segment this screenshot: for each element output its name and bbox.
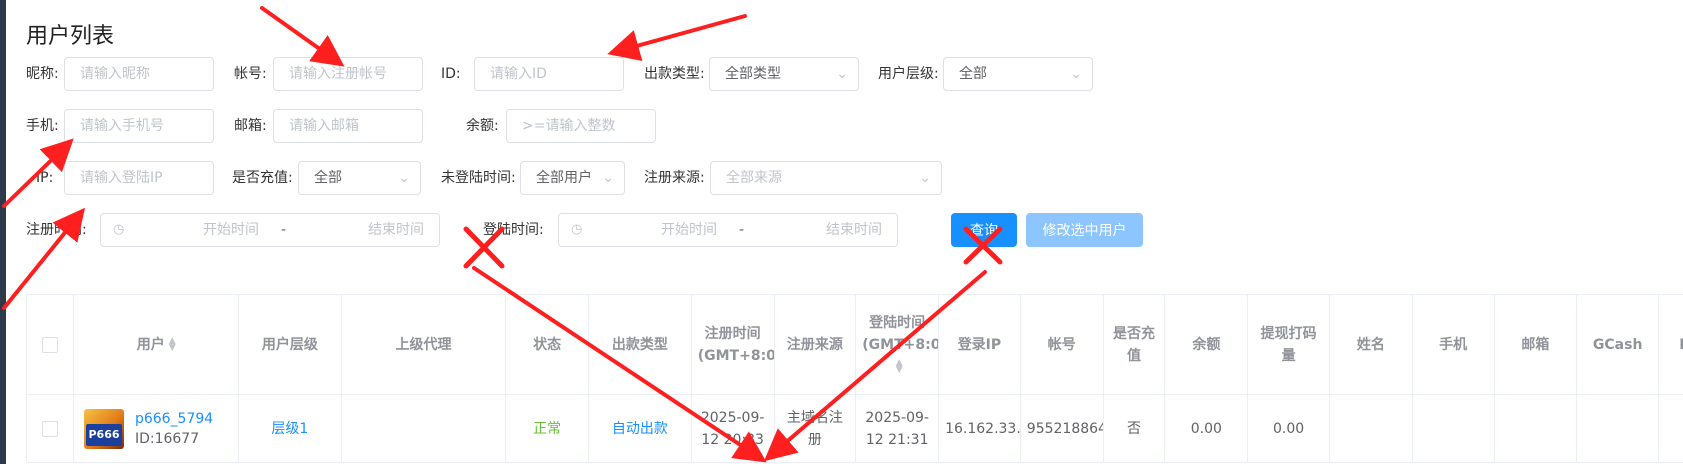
account-cell: 9552188646 — [1019, 394, 1104, 463]
reg-time-label: 注册时间: — [26, 222, 87, 238]
header-balance: 余额 — [1164, 294, 1249, 395]
reg-source-placeholder: 全部来源 — [726, 170, 782, 186]
header-email: 邮箱 — [1493, 294, 1578, 395]
phone-input[interactable] — [64, 109, 214, 143]
header-reg-time: 注册时间(GMT+8:00) — [690, 294, 775, 395]
modify-selected-button[interactable]: 修改选中用户 — [1026, 213, 1143, 247]
user-cell: P666 p666_5794 ID:16677 — [73, 394, 240, 463]
table-row: P666 p666_5794 ID:16677 层级1 正常 自动出款 2025… — [26, 394, 1683, 463]
status-cell: 正常 — [505, 394, 590, 463]
row-select-cell[interactable] — [26, 394, 75, 463]
id-label: ID: — [441, 66, 461, 82]
account-label: 帐号: — [234, 66, 267, 82]
payout-type-label: 出款类型: — [644, 66, 705, 82]
phone-label: 手机: — [26, 118, 59, 134]
payout-type-link[interactable]: 自动出款 — [588, 394, 692, 463]
inactive-time-select[interactable]: 全部用户 ⌄ — [520, 161, 625, 195]
reg-time-end[interactable]: 结束时间 — [336, 214, 456, 246]
nickname-input[interactable] — [64, 57, 214, 91]
ip-label: IP: — [36, 170, 54, 186]
query-button[interactable]: 查询 — [951, 213, 1017, 247]
user-level-select[interactable]: 全部 ⌄ — [943, 57, 1093, 91]
chevron-down-icon: ⌄ — [1070, 66, 1082, 82]
reg-source-label: 注册来源: — [644, 170, 705, 186]
clock-icon: ◷ — [113, 222, 125, 237]
email-label: 邮箱: — [234, 118, 267, 134]
header-maya: Maya — [1658, 294, 1683, 395]
header-name: 姓名 — [1328, 294, 1413, 395]
select-all-checkbox[interactable] — [42, 336, 59, 353]
withdraw-turnover-cell: 0.00 — [1247, 394, 1330, 463]
header-payout-type: 出款类型 — [588, 294, 692, 395]
ip-input[interactable] — [64, 161, 214, 195]
header-recharged: 是否充值 — [1102, 294, 1166, 395]
select-all-cell[interactable] — [26, 294, 75, 395]
header-withdraw-turnover: 提现打码量 — [1247, 294, 1330, 395]
page-title: 用户列表 — [26, 24, 115, 49]
chevron-down-icon: ⌄ — [602, 170, 614, 186]
header-user[interactable]: 用户 ▲ ▼ — [73, 294, 240, 395]
nickname-label: 昵称: — [26, 66, 59, 82]
parent-cell — [340, 394, 507, 463]
header-level: 用户层级 — [238, 294, 342, 395]
user-id: ID:16677 — [134, 430, 200, 447]
maya-cell — [1658, 394, 1683, 463]
login-ip-cell: 16.162.33.32 — [938, 394, 1021, 463]
sort-icon[interactable]: ▲ ▼ — [169, 336, 176, 352]
avatar: P666 — [84, 408, 125, 449]
name-cell — [1328, 394, 1413, 463]
header-login-ip: 登录IP — [938, 294, 1021, 395]
login-time-end[interactable]: 结束时间 — [794, 214, 914, 246]
chevron-down-icon: ⌄ — [919, 170, 931, 186]
gcash-cell — [1576, 394, 1660, 463]
header-status: 状态 — [505, 294, 590, 395]
header-phone: 手机 — [1411, 294, 1495, 395]
reg-time-start[interactable]: 开始时间 — [171, 214, 291, 246]
login-time-start[interactable]: 开始时间 — [629, 214, 749, 246]
chevron-down-icon: ⌄ — [836, 66, 848, 82]
user-level-value: 全部 — [959, 66, 987, 82]
reg-time-range[interactable]: ◷ 开始时间 - 结束时间 — [100, 213, 440, 247]
payout-type-select[interactable]: 全部类型 ⌄ — [709, 57, 859, 91]
inactive-time-label: 未登陆时间: — [441, 170, 516, 186]
header-gcash: GCash — [1576, 294, 1660, 395]
login-time-range[interactable]: ◷ 开始时间 - 结束时间 — [558, 213, 898, 247]
inactive-time-value: 全部用户 — [536, 170, 592, 186]
user-level-label: 用户层级: — [878, 66, 939, 82]
payout-type-value: 全部类型 — [725, 66, 781, 82]
email-input[interactable] — [273, 109, 423, 143]
id-input[interactable] — [474, 57, 624, 91]
reg-source-select[interactable]: 全部来源 ⌄ — [710, 161, 942, 195]
chevron-down-icon: ⌄ — [398, 170, 410, 186]
header-reg-source: 注册来源 — [773, 294, 857, 395]
recharged-cell: 否 — [1102, 394, 1166, 463]
balance-input[interactable] — [506, 109, 656, 143]
user-list-page: 用户列表 昵称: 帐号: ID: 出款类型: 全部类型 ⌄ 用户层级: 全部 ⌄… — [6, 0, 1683, 464]
login-time-label: 登陆时间: — [483, 222, 544, 238]
user-table: 用户▲▼ 用户层级 上级代理 状态 出款类型 注册时间(GMT+8:00) 注册… — [26, 294, 1683, 464]
recharged-label: 是否充值: — [232, 170, 293, 186]
level-link[interactable]: 层级1 — [238, 394, 342, 463]
balance-cell: 0.00 — [1164, 394, 1249, 463]
recharged-select[interactable]: 全部 ⌄ — [298, 161, 421, 195]
username-link[interactable]: p666_5794 — [135, 411, 213, 427]
reg-time-separator: - — [281, 222, 287, 238]
email-cell — [1493, 394, 1578, 463]
recharged-value: 全部 — [314, 170, 342, 186]
balance-label: 余额: — [466, 118, 499, 134]
reg-source-cell: 主域名注册 — [773, 394, 857, 463]
account-input[interactable] — [273, 57, 423, 91]
phone-cell — [1411, 394, 1495, 463]
header-account: 帐号 — [1019, 294, 1104, 395]
clock-icon: ◷ — [571, 222, 583, 237]
header-parent: 上级代理 — [340, 294, 507, 395]
sort-icon[interactable]: ▲ ▼ — [896, 358, 903, 374]
table-header-row: 用户▲▼ 用户层级 上级代理 状态 出款类型 注册时间(GMT+8:00) 注册… — [26, 294, 1683, 395]
login-time-separator: - — [739, 222, 745, 238]
reg-time-cell: 2025-09-12 20:33 — [690, 394, 775, 463]
login-time-cell: 2025-09-12 21:31 — [855, 394, 940, 463]
header-login-time[interactable]: 登陆时间(GMT+8:00)▲▼ — [855, 294, 940, 395]
row-checkbox[interactable] — [42, 420, 59, 437]
